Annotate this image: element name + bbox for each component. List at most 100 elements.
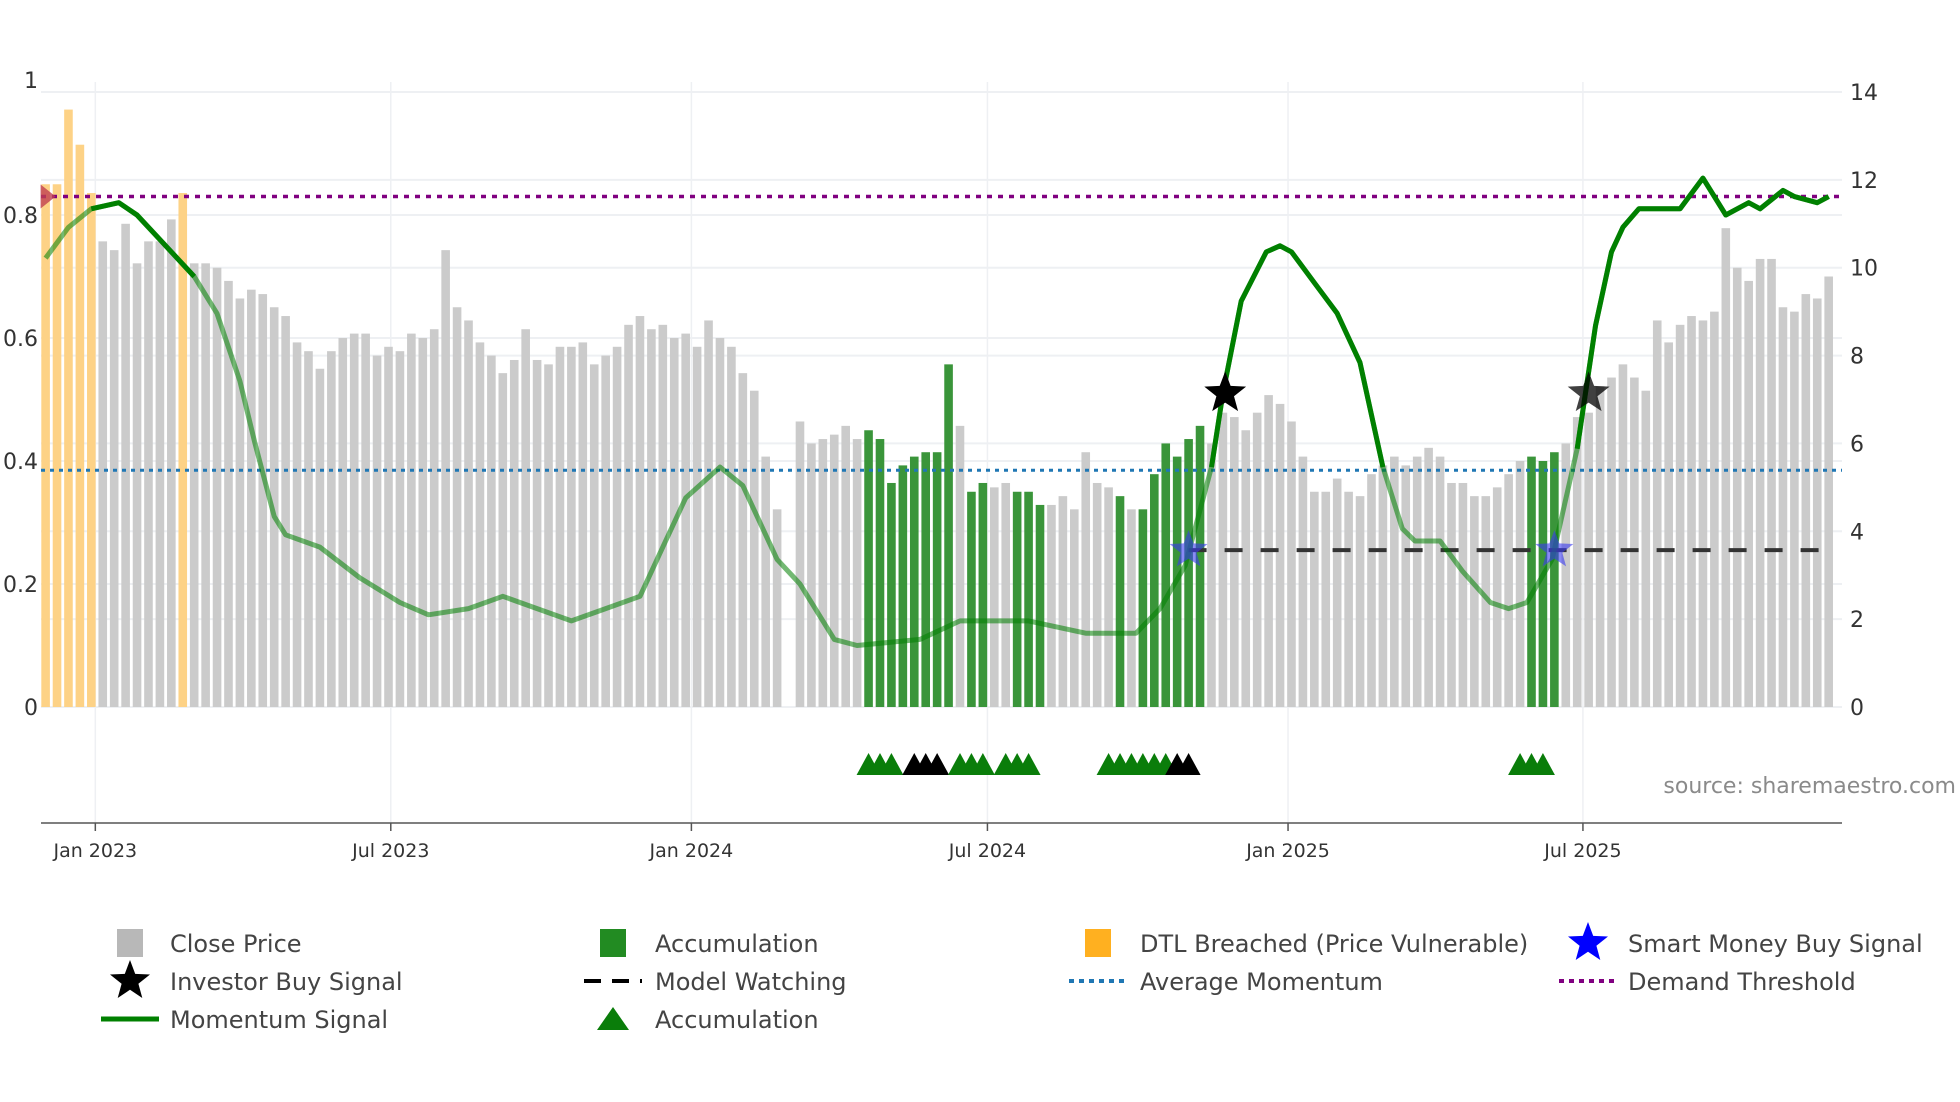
close-price-bar	[1755, 258, 1765, 707]
close-price-bar	[384, 346, 393, 707]
close-price-bar	[475, 342, 485, 707]
close-price-bar	[441, 250, 450, 707]
close-price-bar	[1778, 307, 1788, 707]
close-price-bar	[1081, 452, 1091, 707]
close-price-bar	[658, 324, 668, 707]
x-axis-tick-label: Jan 2024	[649, 840, 734, 862]
left-axis-tick-label: 1	[24, 69, 38, 94]
close-price-bar	[1492, 487, 1502, 707]
accumulation-bar	[1138, 509, 1148, 707]
close-price-bar	[761, 456, 770, 707]
close-price-bar	[109, 250, 119, 707]
right-axis-tick-label: 10	[1850, 257, 1878, 282]
right-axis-tick-label: 6	[1850, 432, 1864, 457]
accumulation-bar	[875, 439, 885, 707]
close-price-bar	[1367, 474, 1376, 707]
left-axis-tick-label: 0	[24, 696, 38, 721]
x-axis-tick-label: Jul 2024	[948, 840, 1026, 862]
x-axis-tick-label: Jan 2023	[52, 840, 137, 862]
close-price-bar	[807, 443, 816, 707]
dtl-breached-bar	[64, 109, 73, 708]
legend-label: DTL Breached (Price Vulnerable)	[1140, 930, 1528, 958]
close-price-bar	[315, 368, 325, 707]
accumulation-bar	[1024, 491, 1033, 707]
close-price-bar	[852, 439, 862, 707]
accumulation-bar	[1150, 474, 1159, 707]
accumulation-bar	[1195, 425, 1205, 707]
close-price-bar	[544, 364, 553, 707]
close-price-bar	[212, 267, 222, 707]
close-price-bar	[601, 355, 610, 707]
close-price-bar	[1435, 456, 1445, 707]
accumulation-bar	[909, 456, 919, 707]
legend-label: Investor Buy Signal	[170, 968, 403, 996]
close-price-bar	[1618, 364, 1628, 707]
close-price-bar	[1812, 298, 1822, 707]
close-price-bar	[1321, 491, 1331, 707]
close-price-bar	[292, 342, 302, 707]
close-price-bar	[635, 316, 645, 707]
close-price-bar	[1790, 311, 1799, 707]
left-axis-tick-label: 0.6	[3, 327, 38, 352]
legend: Close Price Accumulation DTL Breached (Pri…	[101, 922, 1923, 1034]
close-price-bar	[1127, 509, 1136, 707]
investor-buy-star	[1204, 371, 1247, 412]
x-axis-tick-label: Jul 2023	[351, 840, 429, 862]
close-price-bar	[681, 333, 690, 707]
close-price-bar	[407, 333, 416, 707]
close-price-bar	[395, 351, 405, 707]
close-price-bar	[704, 320, 713, 707]
close-price-bar	[1504, 474, 1513, 707]
close-price-bar	[1607, 377, 1616, 707]
close-price-bar	[818, 439, 828, 707]
close-price-bar	[1458, 482, 1468, 707]
close-price-bar	[829, 434, 839, 707]
right-axis-tick-label: 12	[1850, 169, 1878, 194]
left-axis-tick-label: 0.2	[3, 573, 38, 598]
dtl-breached-bar	[41, 184, 50, 707]
momentum-chart: 00.20.40.60.8102468101214Jan 2023 Jul 202…	[3, 69, 1956, 1034]
close-price-bar	[1824, 276, 1833, 707]
close-price-bar	[1298, 456, 1308, 707]
close-price-bar	[567, 346, 576, 707]
close-price-bar	[727, 346, 736, 707]
close-price-bar	[612, 346, 622, 707]
close-price-bar	[749, 390, 759, 707]
left-axis-tick-label: 0.4	[3, 450, 38, 475]
close-price-bar	[795, 421, 805, 707]
close-price-bar	[1401, 465, 1411, 707]
close-price-bar	[258, 294, 268, 707]
accumulation-bar	[864, 430, 873, 707]
close-price-bar	[1218, 412, 1228, 707]
close-price-bar	[235, 298, 245, 707]
right-axis-tick-label: 4	[1850, 520, 1864, 545]
close-price-bar	[589, 364, 599, 707]
close-price-bar	[555, 346, 565, 707]
accumulation-bar	[944, 364, 953, 707]
close-price-bar	[1252, 412, 1262, 707]
close-price-bar	[1047, 504, 1056, 707]
accumulation-bar	[978, 482, 988, 707]
legend-blue-star-icon	[1568, 922, 1608, 960]
close-price-bar	[487, 355, 496, 707]
close-price-bar	[624, 324, 633, 707]
dtl-breached-bar	[52, 184, 62, 707]
legend-black-star-icon	[110, 960, 150, 998]
close-price-bar	[429, 329, 439, 707]
close-price-bar	[647, 329, 656, 707]
close-price-bar	[578, 342, 588, 707]
close-price-bar	[989, 487, 999, 707]
close-price-bar	[1001, 482, 1011, 707]
close-price-bars	[41, 109, 1833, 708]
legend-label: Momentum Signal	[170, 1006, 388, 1034]
close-price-bar	[1447, 482, 1456, 707]
close-price-bar	[955, 425, 965, 707]
close-price-bar	[372, 355, 382, 707]
close-price-bar	[247, 289, 256, 707]
legend-green-square-icon	[600, 929, 626, 957]
close-price-bar	[1230, 417, 1239, 707]
legend-label: Accumulation	[655, 930, 819, 958]
close-price-bar	[155, 241, 165, 707]
close-price-bar	[132, 263, 142, 707]
close-price-bar	[98, 241, 108, 707]
